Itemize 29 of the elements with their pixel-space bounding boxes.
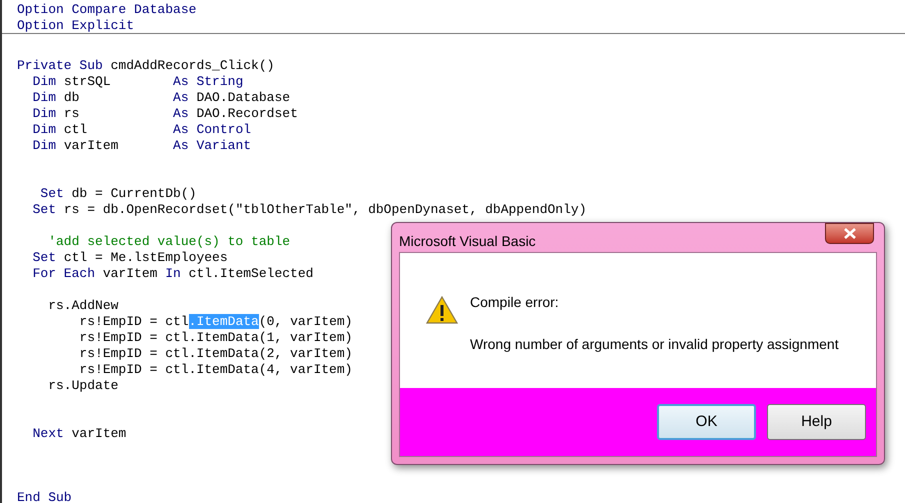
code-line: Dim strSQL As String [32,74,244,90]
error-heading: Compile error: [470,293,560,311]
code-line: Set rs = db.OpenRecordset("tblOtherTable", dbOpenDynaset, dbAppendOnly) [32,202,587,218]
code-line: Dim db As DAO.Database [32,90,290,106]
code-line: For Each varItem In ctl.ItemSelected [32,266,314,282]
code-line: Next varItem [32,426,126,442]
code-line: 'add selected value(s) to table [47,234,290,250]
code-line: rs!EmpID = ctl.ItemData(4, varItem) [78,362,352,378]
code-line: rs!EmpID = ctl.ItemData(1, varItem) [78,330,352,346]
code-line: End Sub [17,490,72,503]
error-message: Wrong number of arguments or invalid property assignment [470,335,839,353]
code-line: Set db = CurrentDb() [39,186,196,202]
dialog-button[interactable]: Help [767,404,866,440]
code-line: rs!EmpID = ctl.ItemData(2, varItem) [78,346,352,362]
code-line: rs.Update [47,378,118,394]
window-title: Microsoft Visual Basic [399,232,536,251]
code-line: Private Sub cmdAddRecords_Click() [17,58,274,74]
code-line: Set ctl = Me.lstEmployees [32,250,228,266]
close-icon [844,228,856,239]
code-line: rs!EmpID = ctl.ItemData(0, varItem) [78,314,352,330]
code-line: Option Compare Database [17,2,196,18]
code-line: Option Explicit [17,18,134,34]
code-line: Dim rs As DAO.Recordset [32,106,298,122]
dialog-button[interactable]: OK [657,404,756,440]
close-button[interactable] [825,223,874,244]
warning-icon [426,296,458,324]
code-line: rs.AddNew [47,298,118,314]
code-line: Dim ctl As Control [32,122,252,138]
code-line: Dim varItem As Variant [32,138,252,154]
